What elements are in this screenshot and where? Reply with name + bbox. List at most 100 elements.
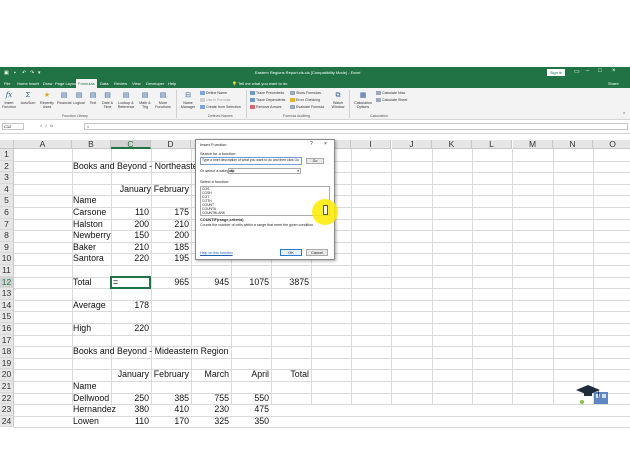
row-header-19[interactable]: 19 (0, 357, 14, 370)
row-header-4[interactable]: 4 (0, 183, 14, 196)
cell-n-halston[interactable]: Halston (73, 219, 103, 231)
insert-function-button[interactable]: fx Insert Function (2, 91, 16, 109)
row-header-21[interactable]: 21 (0, 381, 14, 393)
column-header-n[interactable]: N (553, 140, 593, 149)
sign-in-button[interactable]: Sign in (547, 69, 565, 76)
column-header-k[interactable]: K (432, 140, 472, 149)
row-header-20[interactable]: 20 (0, 369, 14, 381)
ok-button[interactable]: OK (280, 249, 302, 256)
cell-hdr-february[interactable]: February (151, 184, 189, 196)
row-header-18[interactable]: 18 (0, 346, 14, 358)
row-header-7[interactable]: 7 (0, 218, 14, 231)
scrollbar-thumb[interactable] (323, 205, 328, 215)
tab-data[interactable]: Data (100, 81, 108, 86)
cell-n-baker[interactable]: Baker (73, 242, 96, 254)
cell-c24[interactable]: 110 (111, 416, 149, 428)
cell-d23[interactable]: 410 (151, 404, 189, 416)
cell-f12[interactable]: 1075 (231, 277, 269, 289)
cancel-icon[interactable]: × (40, 123, 42, 128)
customize-toolbar-icon[interactable]: ▾ (38, 70, 41, 76)
cell-c23[interactable]: 380 (111, 404, 149, 416)
cell-e23[interactable]: 230 (191, 404, 229, 416)
row-header-8[interactable]: 8 (0, 230, 14, 242)
cell-c14[interactable]: 178 (111, 300, 149, 312)
tab-home[interactable]: Home (17, 81, 28, 86)
category-select[interactable]: All ▾ (228, 168, 301, 174)
cell-e12[interactable]: 945 (191, 277, 229, 289)
name-manager-button[interactable]: ⊟ Name Manager (180, 91, 196, 109)
cell-c22[interactable]: 250 (111, 393, 149, 405)
row-header-2[interactable]: 2 (0, 160, 14, 173)
go-button[interactable]: Go (306, 158, 324, 164)
cell-n-dellwood[interactable]: Dellwood (73, 393, 109, 405)
calculation-options-button[interactable]: ▦ Calculation Options (352, 91, 374, 109)
row-header-24[interactable]: 24 (0, 415, 14, 428)
formula-input[interactable]: = (84, 123, 628, 130)
cell-f23[interactable]: 475 (231, 404, 269, 416)
trace-dependents-button[interactable]: Trace Dependents (250, 98, 285, 103)
column-header-m[interactable]: M (513, 140, 553, 149)
tab-view[interactable]: View (132, 81, 141, 86)
column-header-l[interactable]: L (472, 140, 512, 149)
recently-used-button[interactable]: ★ Recently Used (38, 91, 56, 109)
show-formulas-button[interactable]: Show Formulas (290, 91, 321, 96)
text-button[interactable]: ▤ Text (87, 91, 99, 105)
math-trig-button[interactable]: ▤ Math & Trig (137, 91, 153, 109)
cell-h20-february[interactable]: February (151, 369, 189, 381)
row-header-6[interactable]: 6 (0, 207, 14, 219)
cell-c9[interactable]: 210 (111, 242, 149, 254)
cell-g12[interactable]: 3875 (271, 277, 309, 289)
save-icon[interactable]: ▪ (14, 70, 16, 76)
tab-file[interactable]: File (4, 81, 10, 86)
row-header-16[interactable]: 16 (0, 323, 14, 335)
row-header-5[interactable]: 5 (0, 195, 14, 207)
cell-h21-name[interactable]: Name (73, 381, 96, 393)
row-header-17[interactable]: 17 (0, 334, 14, 347)
cell-high[interactable]: High (73, 323, 91, 335)
cancel-button[interactable]: Cancel (306, 249, 328, 256)
column-header-c[interactable]: C (111, 140, 151, 149)
row-header-3[interactable]: 3 (0, 172, 14, 184)
column-header-o[interactable]: O (593, 140, 630, 149)
calculate-sheet-button[interactable]: Calculate Sheet (376, 98, 407, 103)
maximize-icon[interactable]: □ (598, 68, 602, 74)
cell-d10[interactable]: 195 (151, 253, 189, 265)
cell-average[interactable]: Average (73, 300, 106, 312)
function-list-item[interactable]: COUNTIF (202, 215, 329, 216)
cell-n-santora[interactable]: Santora (73, 253, 104, 265)
evaluate-formula-button[interactable]: Evaluate Formula (290, 105, 324, 110)
cell-d7[interactable]: 210 (151, 219, 189, 231)
more-functions-button[interactable]: ▤ More Functions (154, 91, 172, 109)
cell-title2[interactable]: Books and Beyond - Mideastern Region (73, 346, 229, 358)
tab-formulas[interactable]: Formulas (76, 79, 97, 88)
column-header-b[interactable]: B (72, 140, 111, 149)
redo-icon[interactable]: ↷ (30, 70, 34, 76)
tab-page-layout[interactable]: Page Layout (55, 81, 77, 86)
row-header-22[interactable]: 22 (0, 392, 14, 405)
row-header-13[interactable]: 13 (0, 288, 14, 300)
row-header-10[interactable]: 10 (0, 253, 14, 265)
column-header-a[interactable]: A (14, 140, 72, 149)
logical-button[interactable]: ▤ Logical (72, 91, 86, 105)
cell-hdr-name[interactable]: Name (73, 195, 96, 207)
trace-precedents-button[interactable]: Trace Precedents (250, 91, 284, 96)
cell-c6[interactable]: 110 (111, 207, 149, 219)
row-header-23[interactable]: 23 (0, 404, 14, 416)
autosum-button[interactable]: Σ AutoSum (20, 91, 36, 105)
cell-h20-march[interactable]: March (191, 369, 229, 381)
define-name-button[interactable]: Define Name (200, 91, 227, 96)
tab-developer[interactable]: Developer (146, 81, 164, 86)
column-header-j[interactable]: J (392, 140, 432, 149)
tab-review[interactable]: Review (114, 81, 127, 86)
watch-window-button[interactable]: ⧉ Watch Window (330, 91, 346, 109)
cell-d22[interactable]: 385 (151, 393, 189, 405)
cell-c16[interactable]: 220 (111, 323, 149, 335)
share-button[interactable]: Share (608, 81, 619, 86)
cell-h20-january[interactable]: January (111, 369, 149, 381)
close-icon[interactable]: × (612, 68, 616, 74)
cell-n-hernandez[interactable]: Hernandez (73, 404, 116, 416)
row-header-9[interactable]: 9 (0, 241, 14, 254)
use-in-formula-button[interactable]: Use in Formula (200, 98, 230, 103)
cell-f24[interactable]: 350 (231, 416, 269, 428)
cell-c7[interactable]: 200 (111, 219, 149, 231)
